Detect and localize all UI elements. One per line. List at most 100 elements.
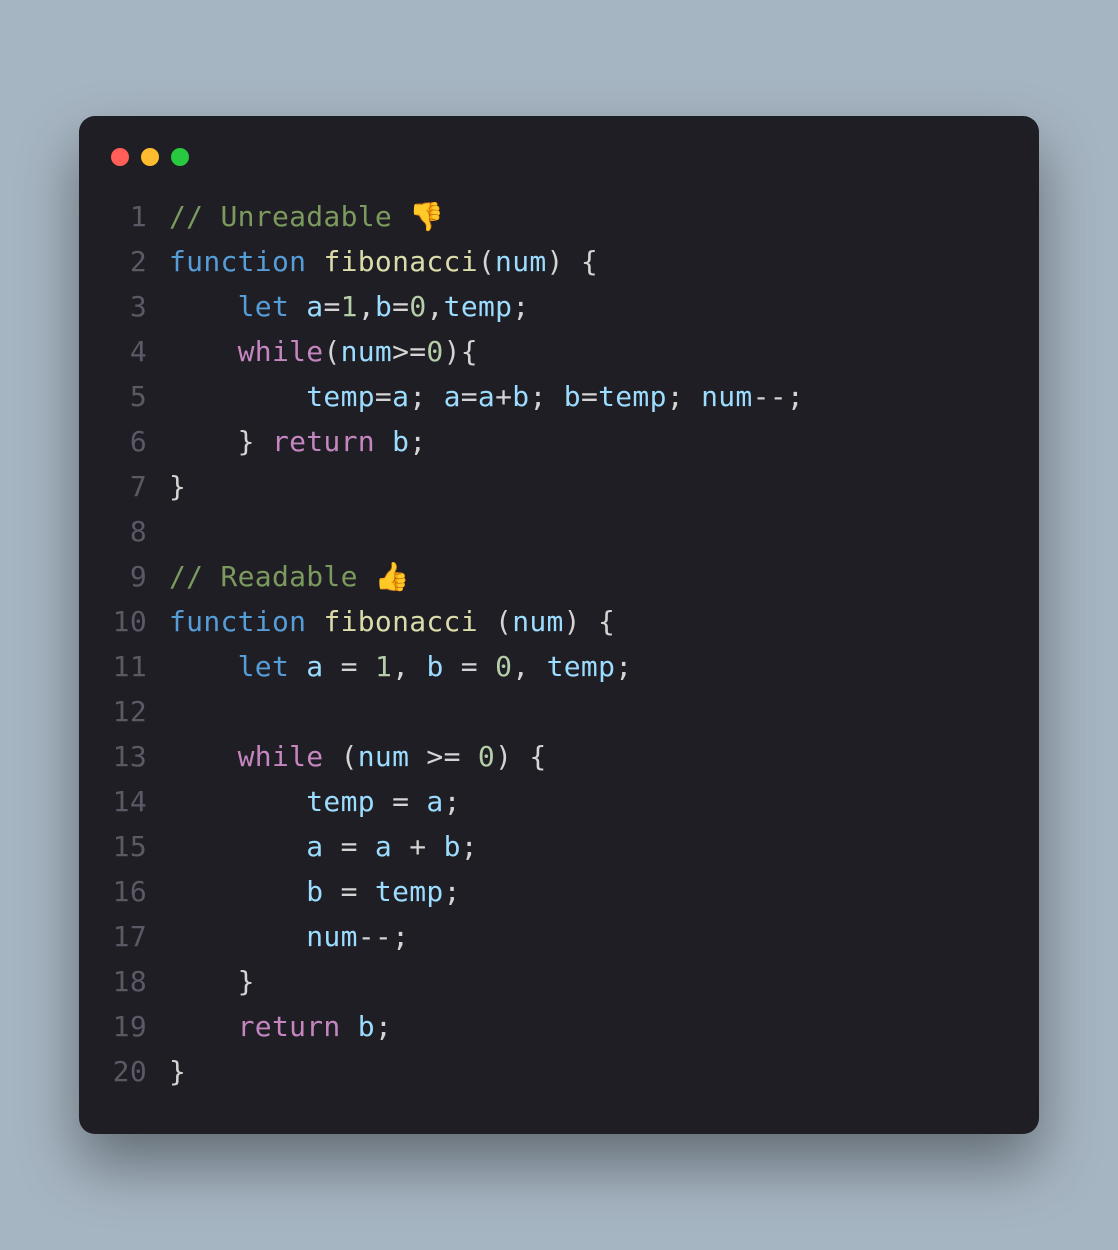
line-content: } <box>169 1049 1007 1094</box>
code-token: --; <box>358 920 409 953</box>
code-token: a <box>375 830 392 863</box>
code-token <box>289 290 306 323</box>
code-token: ; <box>529 380 563 413</box>
code-token: ; <box>461 830 478 863</box>
code-token: fibonacci <box>323 605 477 638</box>
code-token: ( <box>478 605 512 638</box>
code-line: 12 <box>111 689 1007 734</box>
code-line: 4 while(num>=0){ <box>111 329 1007 374</box>
code-token: b <box>512 380 529 413</box>
code-line: 14 temp = a; <box>111 779 1007 824</box>
code-token: ) { <box>564 605 615 638</box>
code-line: 9// Readable 👍 <box>111 554 1007 599</box>
code-token: num <box>341 335 392 368</box>
line-number: 17 <box>111 914 169 959</box>
code-token: = <box>323 830 374 863</box>
code-token: >= <box>392 335 426 368</box>
line-content: while(num>=0){ <box>169 329 1007 374</box>
line-number: 15 <box>111 824 169 869</box>
line-number: 2 <box>111 239 169 284</box>
line-content: function fibonacci(num) { <box>169 239 1007 284</box>
code-token: a <box>392 380 409 413</box>
code-token: b <box>444 830 461 863</box>
code-token: } <box>169 1055 186 1088</box>
code-token: 1 <box>375 650 392 683</box>
line-content: num--; <box>169 914 1007 959</box>
line-number: 4 <box>111 329 169 374</box>
code-token: num <box>512 605 563 638</box>
code-token: a <box>306 650 323 683</box>
line-number: 6 <box>111 419 169 464</box>
maximize-icon[interactable] <box>171 148 189 166</box>
line-content: return b; <box>169 1004 1007 1049</box>
code-token <box>169 290 238 323</box>
code-token <box>375 425 392 458</box>
code-line: 17 num--; <box>111 914 1007 959</box>
code-token <box>169 335 238 368</box>
code-line: 18 } <box>111 959 1007 1004</box>
code-token: ( <box>323 740 357 773</box>
code-token: while <box>238 335 324 368</box>
line-content: } <box>169 464 1007 509</box>
code-line: 1// Unreadable 👎 <box>111 194 1007 239</box>
code-token: 0 <box>495 650 512 683</box>
code-token: 0 <box>478 740 495 773</box>
code-editor[interactable]: 1// Unreadable 👎2function fibonacci(num)… <box>111 194 1007 1094</box>
code-token: return <box>272 425 375 458</box>
code-token: temp <box>598 380 667 413</box>
line-number: 12 <box>111 689 169 734</box>
line-number: 19 <box>111 1004 169 1049</box>
code-token: ; <box>444 785 461 818</box>
code-token: } <box>169 470 186 503</box>
code-line: 7} <box>111 464 1007 509</box>
code-token: temp <box>306 785 375 818</box>
code-token <box>341 1010 358 1043</box>
code-token: num <box>495 245 546 278</box>
code-token: num <box>358 740 409 773</box>
line-content: a = a + b; <box>169 824 1007 869</box>
code-token: // Readable 👍 <box>169 560 410 593</box>
code-token: = <box>375 380 392 413</box>
code-token <box>306 245 323 278</box>
code-token <box>289 650 306 683</box>
code-token: let <box>238 290 289 323</box>
code-line: 10function fibonacci (num) { <box>111 599 1007 644</box>
code-token: function <box>169 245 306 278</box>
code-token: ) { <box>495 740 546 773</box>
code-token: b <box>426 650 443 683</box>
code-token: , <box>512 650 546 683</box>
code-token: , <box>358 290 375 323</box>
code-token: b <box>375 290 392 323</box>
code-line: 15 a = a + b; <box>111 824 1007 869</box>
code-token: ; <box>444 875 461 908</box>
code-token: = <box>444 650 495 683</box>
code-token: temp <box>547 650 616 683</box>
line-number: 13 <box>111 734 169 779</box>
line-number: 11 <box>111 644 169 689</box>
line-content: while (num >= 0) { <box>169 734 1007 779</box>
line-content: // Unreadable 👎 <box>169 194 1007 239</box>
code-token: return <box>238 1010 341 1043</box>
code-token: b <box>306 875 323 908</box>
line-content: let a=1,b=0,temp; <box>169 284 1007 329</box>
window-titlebar <box>111 148 1007 166</box>
code-token: , <box>427 290 444 323</box>
code-token: fibonacci <box>323 245 477 278</box>
code-token: } <box>169 965 255 998</box>
code-token: temp <box>444 290 513 323</box>
code-token: } <box>169 425 272 458</box>
line-number: 10 <box>111 599 169 644</box>
close-icon[interactable] <box>111 148 129 166</box>
code-token: a <box>306 830 323 863</box>
code-token: ( <box>323 335 340 368</box>
line-content: } <box>169 959 1007 1004</box>
line-number: 3 <box>111 284 169 329</box>
code-line: 16 b = temp; <box>111 869 1007 914</box>
line-number: 16 <box>111 869 169 914</box>
minimize-icon[interactable] <box>141 148 159 166</box>
line-content: } return b; <box>169 419 1007 464</box>
code-token: = <box>375 785 426 818</box>
code-token: // Unreadable 👎 <box>169 200 444 233</box>
line-number: 7 <box>111 464 169 509</box>
code-token <box>169 920 306 953</box>
